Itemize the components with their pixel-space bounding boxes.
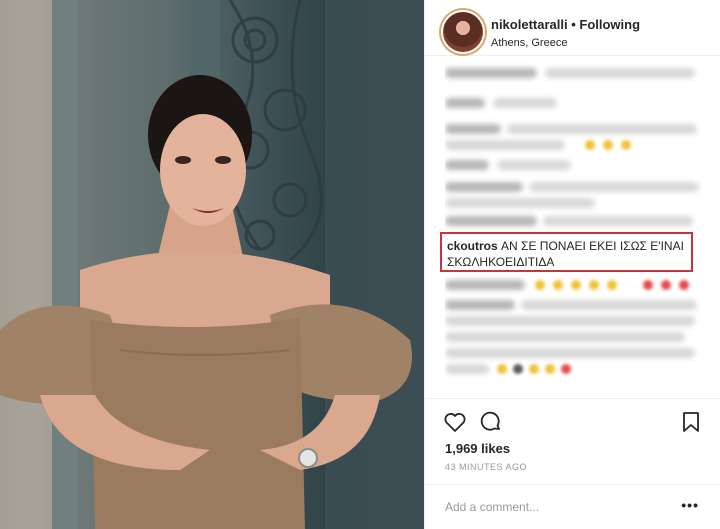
follow-separator: • <box>571 17 576 32</box>
blurred-comment <box>445 98 485 108</box>
blurred-comment <box>445 300 515 310</box>
blurred-comment <box>545 68 695 78</box>
blurred-comment <box>445 160 489 170</box>
blurred-emoji <box>679 280 689 290</box>
comment-bubble-icon[interactable] <box>479 410 503 434</box>
blurred-emoji <box>661 280 671 290</box>
likes-count[interactable]: 1,969 likes <box>445 441 510 456</box>
post-photo[interactable] <box>0 0 424 529</box>
blurred-emoji <box>603 140 613 150</box>
highlighted-comment-body: ckoutros ΑΝ ΣΕ ΠΟΝΑΕΙ ΕΚΕΙ ΙΣΩΣ Ε'ΙΝΑΙ Σ… <box>447 238 687 270</box>
blurred-comment <box>445 182 523 192</box>
highlighted-comment: ckoutros ΑΝ ΣΕ ΠΟΝΑΕΙ ΕΚΕΙ ΙΣΩΣ Ε'ΙΝΑΙ Σ… <box>440 232 693 272</box>
blurred-comment <box>521 300 697 310</box>
blurred-emoji <box>529 364 539 374</box>
avatar[interactable] <box>443 12 483 52</box>
add-comment-input[interactable]: Add a comment... <box>445 500 539 514</box>
heart-icon[interactable] <box>443 410 467 434</box>
blurred-comment <box>445 216 537 226</box>
blurred-emoji <box>535 280 545 290</box>
following-button[interactable]: Following <box>579 17 640 32</box>
comments-list[interactable] <box>445 60 707 395</box>
blurred-comment <box>445 348 695 358</box>
blurred-comment <box>445 316 695 326</box>
blurred-comment <box>445 332 685 342</box>
blurred-comment <box>507 124 697 134</box>
blurred-emoji <box>553 280 563 290</box>
blurred-comment <box>445 140 565 150</box>
blurred-emoji <box>545 364 555 374</box>
blurred-emoji <box>497 364 507 374</box>
add-comment-bar: Add a comment... ••• <box>425 484 720 529</box>
blurred-comment <box>529 182 699 192</box>
username-link[interactable]: nikolettaralli <box>491 17 568 32</box>
blurred-emoji <box>585 140 595 150</box>
post-header: nikolettaralli • Following Athens, Greec… <box>425 0 720 56</box>
blurred-comment <box>445 280 525 290</box>
photo-illustration <box>0 0 424 529</box>
action-icons <box>443 410 503 434</box>
location-link[interactable]: Athens, Greece <box>491 37 567 49</box>
post-timestamp: 43 MINUTES AGO <box>445 462 528 472</box>
bookmark-icon[interactable] <box>682 412 700 432</box>
blurred-comment <box>445 364 489 374</box>
comment-username[interactable]: ckoutros <box>447 239 498 253</box>
blurred-emoji <box>513 364 523 374</box>
blurred-comment <box>497 160 571 170</box>
blurred-emoji <box>571 280 581 290</box>
username-row: nikolettaralli • Following <box>491 17 640 32</box>
blurred-comment <box>445 198 595 208</box>
blurred-emoji <box>621 140 631 150</box>
more-options-button[interactable]: ••• <box>681 497 699 513</box>
blurred-comment <box>493 98 557 108</box>
blurred-emoji <box>589 280 599 290</box>
blurred-emoji <box>643 280 653 290</box>
blurred-comment <box>445 124 501 134</box>
blurred-emoji <box>607 280 617 290</box>
actions-divider <box>425 398 720 399</box>
blurred-comment <box>543 216 693 226</box>
blurred-emoji <box>561 364 571 374</box>
blurred-comment <box>445 68 537 78</box>
